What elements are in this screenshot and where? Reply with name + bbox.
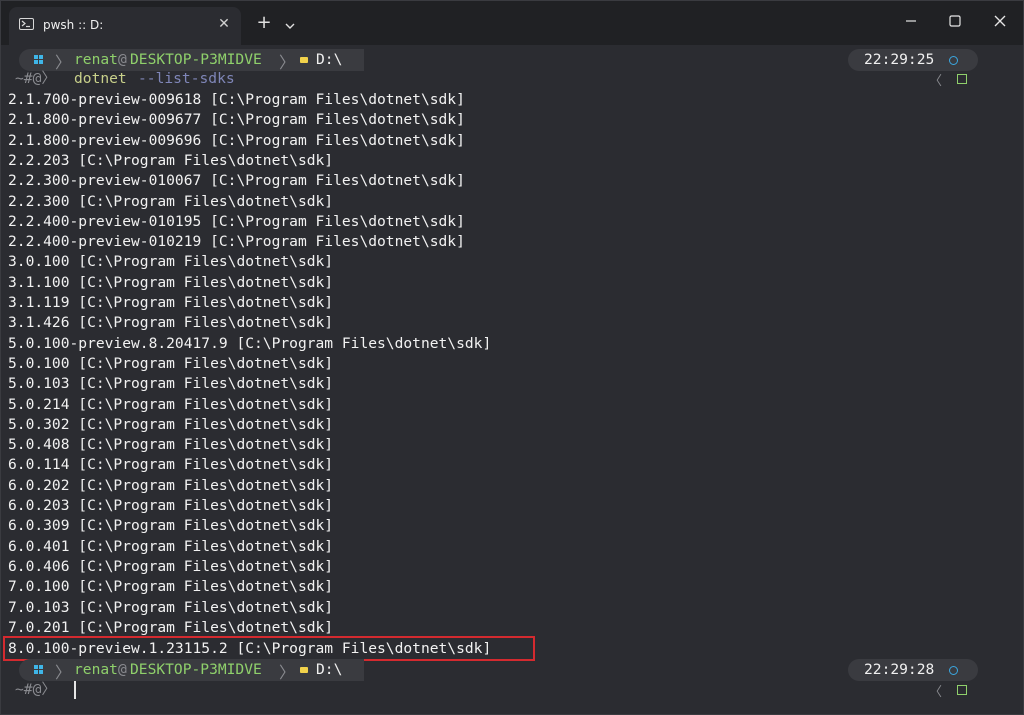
left-marker-icon: 〈 — [929, 685, 943, 700]
output-line: 6.0.406 [C:\Program Files\dotnet\sdk] — [8, 557, 334, 575]
close-window-button[interactable] — [983, 7, 1017, 35]
tab-dropdown-button[interactable] — [284, 15, 304, 35]
prompt-host: DESKTOP-P3MIDVE — [130, 661, 262, 678]
output-line: 2.2.300 [C:\Program Files\dotnet\sdk] — [8, 192, 334, 210]
command-name: dotnet — [74, 70, 127, 87]
folder-icon — [300, 57, 308, 63]
separator-icon: 〉 — [55, 663, 72, 682]
output-line: 6.0.203 [C:\Program Files\dotnet\sdk] — [8, 497, 334, 514]
output-line: 5.0.103 [C:\Program Files\dotnet\sdk] — [8, 375, 334, 393]
output-line: 3.1.119 [C:\Program Files\dotnet\sdk] — [8, 294, 334, 311]
separator-icon: 〉 — [279, 53, 296, 72]
prompt-host: DESKTOP-P3MIDVE — [130, 51, 262, 68]
exit-status-icon — [957, 685, 967, 695]
ps-prompt-symbol: ~#@〉 — [15, 681, 56, 698]
output-line: 5.0.100-preview.8.20417.9 [C:\Program Fi… — [8, 334, 492, 352]
title-bar: pwsh :: D: ✕ + — [1, 1, 1023, 45]
output-line: 5.0.408 [C:\Program Files\dotnet\sdk] — [8, 436, 334, 454]
output-line: 2.2.300-preview-010067 [C:\Program Files… — [8, 172, 465, 190]
output-line: 6.0.202 [C:\Program Files\dotnet\sdk] — [8, 476, 334, 494]
prompt-path: D:\ — [316, 51, 343, 68]
output-line: 5.0.100 [C:\Program Files\dotnet\sdk] — [8, 354, 334, 372]
separator-icon: 〉 — [55, 53, 72, 72]
prompt-user: renat — [74, 51, 118, 68]
clock-icon — [949, 666, 958, 675]
clock-icon — [949, 56, 958, 65]
prompt-line: 〉 renat @ DESKTOP-P3MIDVE 〉 D:\ 22:29:28 — [1, 659, 1023, 682]
prompt-line: 〉 renat @ DESKTOP-P3MIDVE 〉 D:\ 22:29:25 — [1, 49, 1023, 72]
prompt-user: renat — [74, 661, 118, 678]
text-cursor — [74, 681, 76, 699]
output-line: 5.0.214 [C:\Program Files\dotnet\sdk] — [8, 395, 334, 413]
output-line: 7.0.100 [C:\Program Files\dotnet\sdk] — [8, 578, 334, 596]
new-tab-button[interactable]: + — [253, 13, 275, 35]
maximize-icon — [949, 15, 961, 27]
output-line: 2.2.400-preview-010195 [C:\Program Files… — [8, 212, 465, 230]
minimize-icon — [906, 20, 916, 22]
chevron-down-icon — [285, 23, 295, 29]
powershell-icon — [19, 18, 34, 30]
minimize-button[interactable] — [894, 7, 928, 35]
output-line: 5.0.302 [C:\Program Files\dotnet\sdk] — [8, 415, 334, 433]
output-line: 7.0.103 [C:\Program Files\dotnet\sdk] — [8, 598, 334, 616]
output-line: 3.1.100 [C:\Program Files\dotnet\sdk] — [8, 273, 334, 291]
output-line: 3.0.100 [C:\Program Files\dotnet\sdk] — [8, 253, 334, 271]
separator-icon: 〉 — [279, 663, 296, 682]
maximize-button[interactable] — [938, 7, 972, 35]
tab-close-button[interactable]: ✕ — [214, 14, 234, 34]
prompt-at: @ — [118, 661, 127, 678]
prompt-at: @ — [118, 51, 127, 68]
windows-logo-icon — [34, 665, 43, 674]
output-line: 2.1.800-preview-009696 [C:\Program Files… — [8, 131, 465, 149]
folder-icon — [300, 667, 308, 673]
prompt-time: 22:29:25 — [864, 51, 935, 68]
tab-pwsh[interactable]: pwsh :: D: ✕ — [9, 7, 241, 45]
output-line: 7.0.201 [C:\Program Files\dotnet\sdk] — [8, 618, 334, 636]
terminal-window: pwsh :: D: ✕ + 〉 renat @ DESKTOP-P3MIDVE… — [0, 0, 1024, 715]
command-args: --list-sdks — [138, 70, 235, 87]
exit-status-icon — [957, 74, 967, 84]
output-line: 2.2.400-preview-010219 [C:\Program Files… — [8, 233, 465, 251]
tab-title: pwsh :: D: — [43, 18, 104, 32]
left-marker-icon: 〈 — [929, 74, 943, 89]
output-line: 6.0.114 [C:\Program Files\dotnet\sdk] — [8, 456, 334, 474]
highlight-box — [3, 636, 535, 661]
prompt-time: 22:29:28 — [864, 661, 935, 678]
output-line: 6.0.309 [C:\Program Files\dotnet\sdk] — [8, 517, 334, 535]
terminal-content[interactable]: 〉 renat @ DESKTOP-P3MIDVE 〉 D:\ 22:29:25… — [1, 45, 1023, 714]
ps-prompt-symbol: ~#@〉 — [15, 70, 56, 87]
output-line: 2.1.700-preview-009618 [C:\Program Files… — [8, 91, 465, 108]
output-line: 6.0.401 [C:\Program Files\dotnet\sdk] — [8, 537, 334, 555]
prompt-path: D:\ — [316, 661, 343, 678]
output-line: 2.2.203 [C:\Program Files\dotnet\sdk] — [8, 151, 334, 169]
output-line: 2.1.800-preview-009677 [C:\Program Files… — [8, 111, 465, 129]
windows-logo-icon — [34, 55, 43, 64]
output-line: 3.1.426 [C:\Program Files\dotnet\sdk] — [8, 314, 334, 332]
close-icon — [994, 15, 1006, 27]
